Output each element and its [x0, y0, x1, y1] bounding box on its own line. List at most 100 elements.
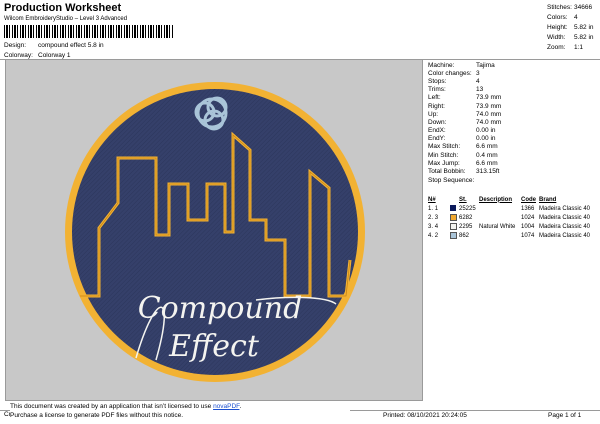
stats-label: Zoom: [547, 43, 566, 51]
colorway-label: Colorway: [4, 51, 33, 59]
machine-value: 0.4 mm [476, 151, 498, 159]
machine-label: Min Stitch: [428, 151, 459, 159]
row-index: 2. 3 [428, 213, 450, 222]
machine-value: 73.9 mm [476, 94, 502, 102]
machine-label: Up: [428, 110, 439, 118]
barcode [4, 25, 174, 38]
row-stitches: 2295 [459, 223, 473, 230]
swatch-cell [450, 231, 459, 240]
col-header: Code [521, 196, 536, 203]
row-brand: Madeira Classic 40 [539, 223, 591, 230]
stats-value: 5.82 in [574, 23, 594, 31]
row-code: 1024 [521, 214, 535, 221]
row-k: 4 [434, 223, 439, 230]
row-brand: Madeira Classic 40 [539, 205, 591, 212]
row-description [479, 204, 521, 213]
machine-label: EndX: [428, 127, 446, 135]
stats-label: Stitches: [547, 3, 572, 11]
machine-label: EndY: [428, 135, 446, 143]
machine-label: Total Bobbin: [428, 168, 466, 176]
stats-value: 5.82 in [574, 33, 594, 41]
machine-label: Machine: [428, 61, 455, 69]
machine-row: Stops: 4 [428, 77, 598, 85]
machine-panel: Machine: Tajima Color changes: 3 Stops: 4 T… [428, 61, 598, 185]
page-number: Page 1 of 1 [548, 412, 582, 419]
stats-row-width: Width: 5.82 in [547, 32, 599, 42]
notice-line-1: This document was created by an applicat… [10, 402, 350, 411]
machine-row: EndX: 0.00 in [428, 127, 598, 135]
machine-value: 0.00 in [476, 135, 496, 143]
license-notice: This document was created by an applicat… [10, 402, 350, 420]
stats-value: 34666 [574, 3, 593, 11]
machine-row: EndY: 0.00 in [428, 135, 598, 143]
stats-label: Width: [547, 33, 566, 41]
row-k: 2 [434, 232, 439, 239]
row-k: 3 [434, 214, 439, 221]
design-preview: Compound Effect [5, 59, 423, 401]
stop-sequence-label: Stop Sequence: [428, 177, 475, 185]
row-code: 1074 [521, 232, 535, 239]
swatch-cell [450, 213, 459, 222]
machine-label: Stops: [428, 77, 447, 85]
col-header: Brand [539, 196, 557, 203]
machine-value: 313.15ft [476, 168, 500, 176]
row-n: 4. [428, 232, 434, 239]
row-stitches: 6282 [459, 214, 473, 221]
table-row: 4. 2 862 1074 Madeira Classic 40 [428, 231, 598, 240]
design-text-effect: Effect [168, 329, 260, 364]
row-code: 1366 [521, 205, 535, 212]
machine-row: Machine: Tajima [428, 61, 598, 69]
col-header-swatch [450, 195, 459, 204]
software-subtitle: Wilcom EmbroideryStudio – Level 3 Advanc… [4, 16, 128, 22]
stop-sequence-table: N# St. Description Code Brand 1. 1 25225… [428, 195, 598, 240]
stats-row-height: Height: 5.82 in [547, 22, 599, 32]
machine-row: Color changes: 3 [428, 69, 598, 77]
row-stitches: 25225 [459, 205, 476, 212]
row-index: 1. 1 [428, 204, 450, 213]
machine-row: Trims: 13 [428, 86, 598, 94]
row-n: 1. [428, 205, 434, 212]
design-value: compound effect 5.8 in [38, 42, 104, 50]
table-row: 3. 4 2295 Natural White 1004 Madeira Cla… [428, 222, 598, 231]
machine-row: Left: 73.9 mm [428, 94, 598, 102]
row-brand: Madeira Classic 40 [539, 232, 591, 239]
stats-label: Colors: [547, 13, 568, 21]
row-n: 2. [428, 214, 434, 221]
machine-label: Trims: [428, 86, 446, 94]
table-header: N# St. Description Code Brand [428, 195, 598, 204]
machine-label: Max Stitch: [428, 143, 461, 151]
notice-text: This document was created by an applicat… [10, 403, 214, 410]
color-swatch [450, 213, 457, 221]
machine-value: Tajima [476, 61, 495, 69]
row-k: 1 [434, 205, 439, 212]
machine-value: 3 [476, 69, 480, 77]
machine-row: Max Stitch: 6.6 mm [428, 143, 598, 151]
machine-value: 73.9 mm [476, 102, 502, 110]
swatch-cell [450, 204, 459, 213]
notice-line-2: Purchase a license to generate PDF files… [10, 412, 184, 419]
col-header: St. [459, 196, 467, 203]
design-label: Design: [4, 42, 27, 50]
machine-row: Total Bobbin: 313.15ft [428, 167, 598, 175]
machine-value: 13 [476, 86, 484, 94]
embroidery-design: Compound Effect [65, 82, 365, 382]
machine-value: 74.0 mm [476, 118, 502, 126]
row-description [479, 231, 521, 240]
machine-value: 4 [476, 77, 480, 85]
color-swatch [450, 222, 457, 230]
novapdf-link[interactable]: novaPDF [213, 403, 239, 410]
machine-label: Max Jump: [428, 159, 460, 167]
machine-label: Left: [428, 94, 441, 102]
table-row: 2. 3 6282 1024 Madeira Classic 40 [428, 213, 598, 222]
stats-panel: Stitches: 34666 Colors: 4 Height: 5.82 in W… [547, 2, 599, 52]
row-index: 3. 4 [428, 222, 450, 231]
stats-row-zoom: Zoom: 1:1 [547, 42, 599, 52]
machine-value: 74.0 mm [476, 110, 502, 118]
row-description [479, 213, 521, 222]
machine-row: Min Stitch: 0.4 mm [428, 151, 598, 159]
stats-row-colors: Colors: 4 [547, 12, 599, 22]
machine-row: Down: 74.0 mm [428, 118, 598, 126]
machine-value: 0.00 in [476, 127, 496, 135]
table-row: 1. 1 25225 1366 Madeira Classic 40 [428, 204, 598, 213]
machine-row: Max Jump: 6.6 mm [428, 159, 598, 167]
